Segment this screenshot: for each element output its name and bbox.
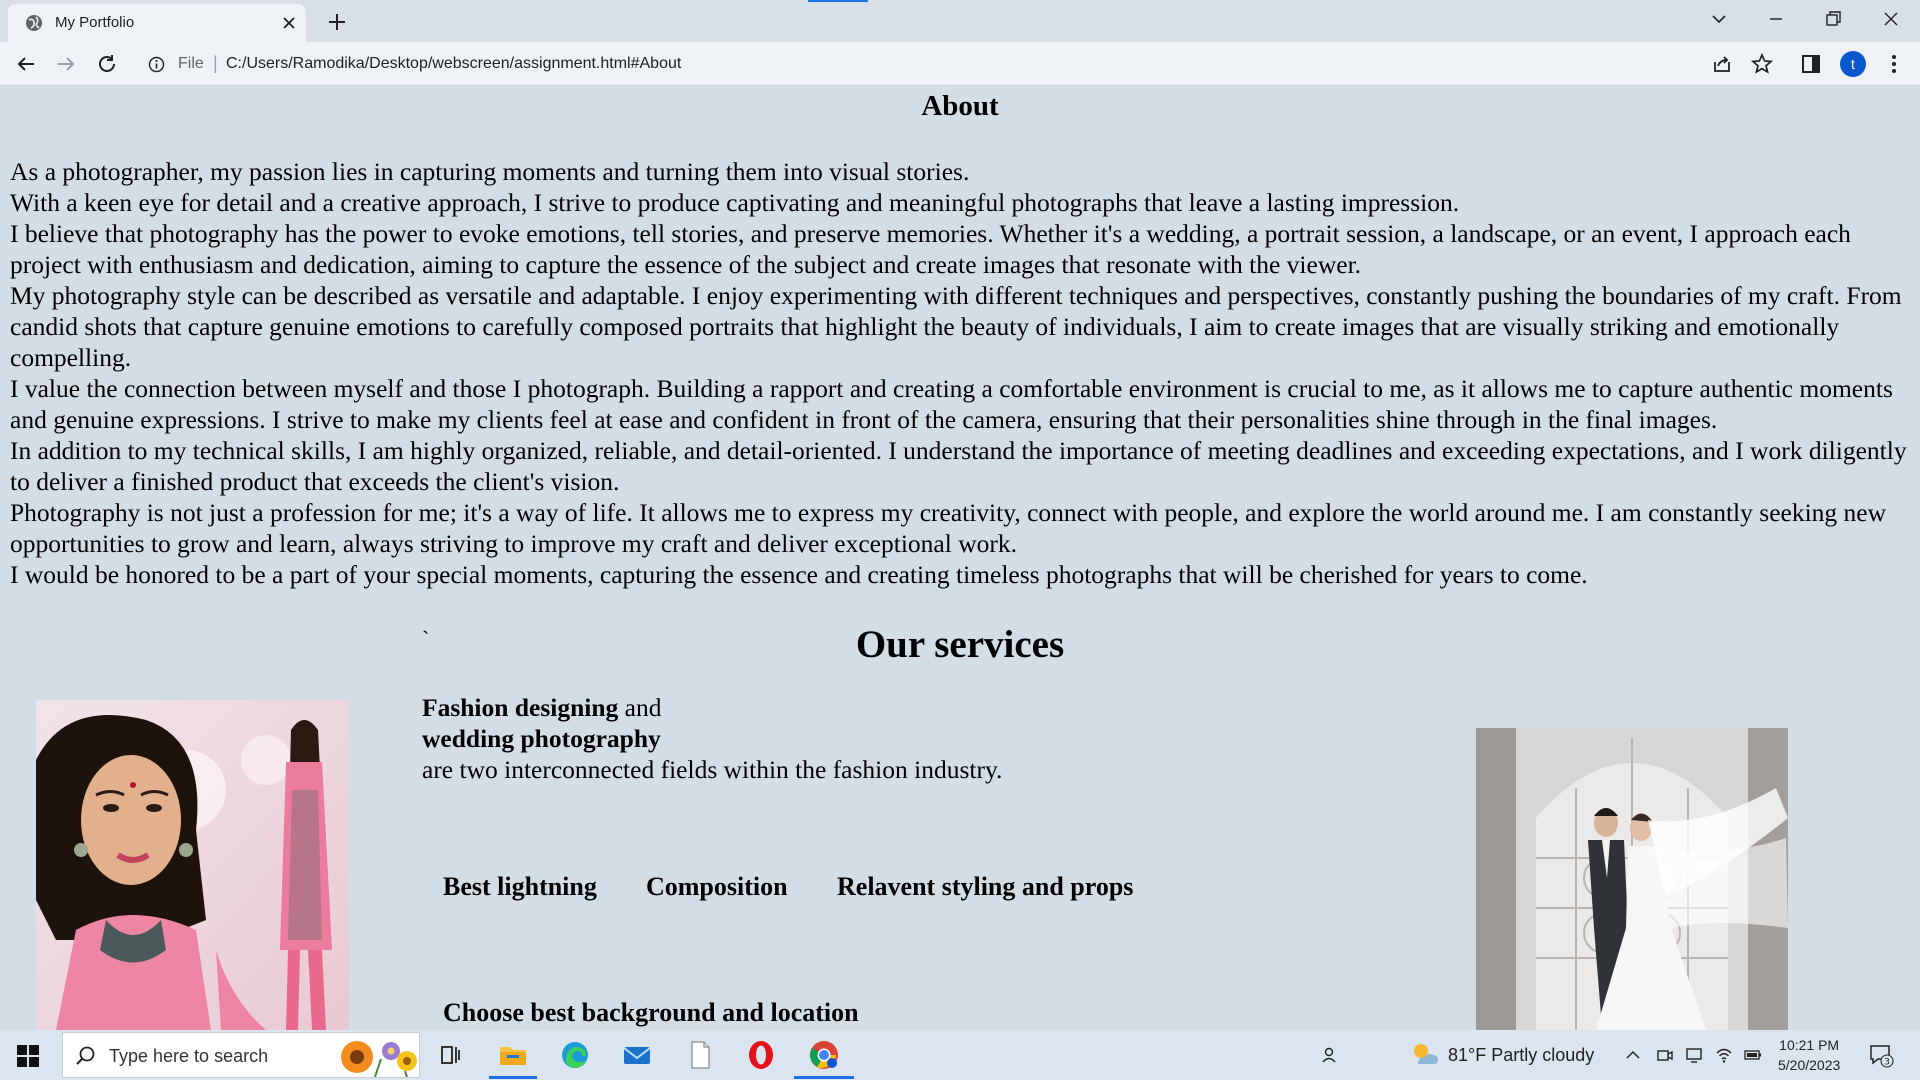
notifications-icon[interactable]: 3 [1868, 1042, 1894, 1068]
minimize-icon[interactable] [1765, 8, 1787, 30]
tab-strip-indicator [808, 0, 868, 2]
services-heading: Our services [855, 623, 1065, 666]
file-explorer-icon[interactable] [496, 1038, 530, 1072]
partly-cloudy-icon[interactable] [1410, 1040, 1440, 1070]
page-content: About As a photographer, my passion lies… [0, 86, 1920, 1030]
windows-start-icon[interactable] [17, 1045, 39, 1067]
edge-browser-icon[interactable] [558, 1038, 592, 1072]
clock-time: 10:21 PM [1779, 1037, 1840, 1053]
about-paragraph: I would be honored to be a part of your … [10, 560, 1588, 589]
notepad-icon[interactable] [683, 1038, 717, 1072]
address-url[interactable]: C:/Users/Ramodika/Desktop/webscreen/assi… [226, 55, 681, 73]
browser-menu-icon[interactable] [1882, 52, 1906, 76]
network-display-icon[interactable] [1685, 1046, 1703, 1064]
about-paragraph: With a keen eye for detail and a creativ… [10, 188, 1460, 217]
wifi-icon[interactable] [1715, 1046, 1733, 1064]
about-paragraph: My photography style can be described as… [10, 281, 1902, 372]
tab-my-portfolio[interactable]: My Portfolio [8, 4, 306, 42]
service-fashion-designing: Fashion designing [422, 693, 619, 722]
intro-and: and [618, 693, 662, 722]
fashion-model-image [36, 700, 349, 1030]
chrome-active-indicator [794, 1076, 854, 1079]
feature-composition: Composition [646, 872, 788, 901]
share-icon[interactable] [1710, 52, 1734, 76]
address-scheme-label: File [178, 55, 204, 72]
battery-icon[interactable] [1744, 1046, 1762, 1064]
about-paragraph: In addition to my technical skills, I am… [10, 436, 1907, 496]
task-view-icon[interactable] [433, 1038, 467, 1072]
flowers-decoration-icon [341, 1041, 417, 1077]
new-tab-icon[interactable] [324, 9, 350, 35]
opera-icon[interactable] [744, 1038, 778, 1072]
services-intro-text: are two interconnected fields within the… [422, 755, 1003, 784]
meet-now-icon[interactable] [1656, 1046, 1674, 1064]
weather-status[interactable]: 81°F Partly cloudy [1448, 1045, 1594, 1066]
search-icon [76, 1046, 95, 1065]
service-wedding-photography: wedding photography [422, 724, 661, 753]
about-paragraph: I value the connection between myself an… [10, 374, 1893, 434]
bookmark-star-icon[interactable] [1750, 52, 1774, 76]
reload-icon[interactable] [95, 52, 119, 76]
notification-count: 3 [1884, 1058, 1890, 1068]
wedding-couple-image [1476, 728, 1788, 1030]
services-intro: Fashion designing and wedding photograph… [422, 692, 1002, 785]
search-placeholder: Type here to search [109, 1046, 269, 1066]
about-text: As a photographer, my passion lies in ca… [10, 156, 1915, 590]
globe-icon [26, 15, 42, 31]
browser-tab-strip: My Portfolio [0, 0, 1920, 42]
file-explorer-active-indicator [489, 1076, 537, 1079]
about-paragraph: As a photographer, my passion lies in ca… [10, 157, 970, 186]
tab-search-chevron-icon[interactable] [1708, 8, 1730, 30]
profile-avatar[interactable]: t [1840, 51, 1866, 77]
side-panel-icon[interactable] [1799, 52, 1823, 76]
about-heading: About [921, 90, 999, 122]
about-paragraph: Photography is not just a profession for… [10, 498, 1887, 558]
back-arrow-icon[interactable] [14, 52, 38, 76]
windows-taskbar: Type here to search 81°F Partly cloudy 1… [0, 1030, 1920, 1080]
mail-icon[interactable] [620, 1038, 654, 1072]
close-tab-icon[interactable] [279, 13, 299, 33]
chrome-icon[interactable] [807, 1038, 841, 1072]
feature-styling-props: Relavent styling and props [837, 872, 1134, 901]
browser-toolbar: File | C:/Users/Ramodika/Desktop/webscre… [0, 42, 1920, 86]
show-hidden-icons-chevron-icon[interactable] [1624, 1046, 1642, 1064]
clock-date: 5/20/2023 [1778, 1057, 1841, 1073]
system-clock[interactable]: 10:21 PM 5/20/2023 [1778, 1035, 1840, 1075]
feature-background-location: Choose best background and location [443, 998, 859, 1027]
address-bar[interactable]: File | C:/Users/Ramodika/Desktop/webscre… [140, 47, 1770, 81]
tab-title: My Portfolio [55, 14, 135, 31]
taskbar-search-box[interactable]: Type here to search [62, 1032, 420, 1078]
site-info-icon[interactable] [148, 56, 165, 73]
people-icon[interactable] [1320, 1046, 1338, 1064]
feature-best-lightning: Best lightning [443, 872, 597, 901]
address-separator: | [213, 53, 218, 73]
restore-icon[interactable] [1822, 8, 1844, 30]
about-paragraph: I believe that photography has the power… [10, 219, 1851, 279]
close-window-icon[interactable] [1880, 8, 1902, 30]
forward-arrow-icon[interactable] [54, 52, 78, 76]
